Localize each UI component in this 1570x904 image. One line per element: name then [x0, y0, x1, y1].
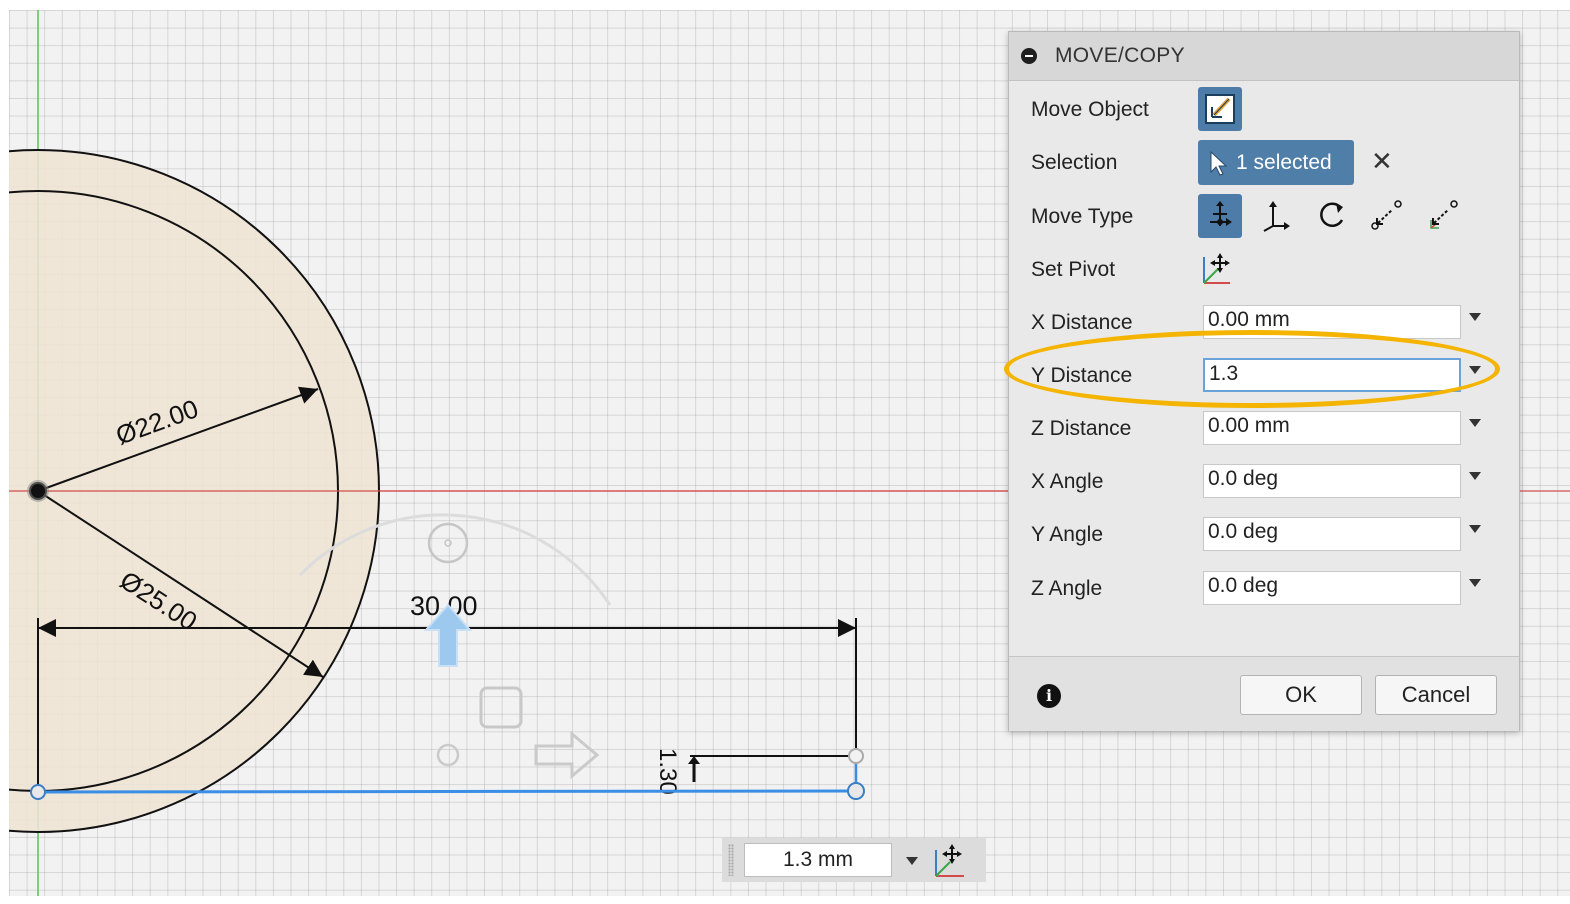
row-move-object: Move Object [1009, 87, 1519, 133]
collapse-icon[interactable] [1021, 48, 1037, 64]
x-angle-label: X Angle [1031, 470, 1104, 493]
rotate-handle-ghost[interactable] [427, 522, 469, 564]
dim-offset-text[interactable]: 1.30 [654, 748, 681, 795]
move-copy-dialog: MOVE/COPY Move Object Selection 1 select… [1008, 31, 1520, 731]
y-distance-label: Y Distance [1031, 364, 1133, 387]
endpoint-offset[interactable] [848, 748, 864, 764]
y-angle-dropdown-icon[interactable] [1469, 525, 1481, 533]
selected-line[interactable] [37, 789, 857, 794]
drag-grip-icon[interactable] [728, 844, 734, 876]
move-type-point-to-position[interactable] [1420, 194, 1464, 238]
plane-move-handle[interactable] [479, 686, 523, 729]
info-icon[interactable]: i [1037, 684, 1061, 708]
rotate-handle-dot [444, 539, 452, 547]
row-y-angle: Y Angle 0.0 deg [1009, 512, 1519, 558]
x-distance-dropdown-icon[interactable] [1469, 313, 1481, 321]
z-distance-label: Z Distance [1031, 417, 1132, 440]
floating-value-input[interactable]: 1.3 mm [744, 843, 892, 877]
x-distance-label: X Distance [1031, 311, 1133, 334]
row-y-distance: Y Distance 1.3 [1009, 353, 1519, 399]
row-move-type: Move Type [1009, 194, 1519, 240]
point-to-point-icon [1371, 200, 1402, 230]
selection-label: Selection [1031, 151, 1118, 174]
row-z-angle: Z Angle 0.0 deg [1009, 566, 1519, 612]
y-distance-input[interactable]: 1.3 [1203, 358, 1461, 392]
move-type-rotate[interactable] [1309, 194, 1353, 238]
floating-dropdown-icon[interactable] [906, 857, 918, 865]
edit-body-icon [1205, 94, 1235, 124]
selection-button[interactable]: 1 selected [1198, 140, 1354, 185]
z-angle-input[interactable]: 0.0 deg [1203, 571, 1461, 605]
free-move-icon [1210, 201, 1232, 226]
dialog-title: MOVE/COPY [1055, 44, 1185, 67]
point-handle[interactable] [436, 743, 460, 767]
y-angle-label: Y Angle [1031, 523, 1104, 546]
move-type-point-to-point[interactable] [1364, 194, 1408, 238]
move-type-free-move[interactable] [1198, 194, 1242, 238]
row-selection: Selection 1 selected ✕ [1009, 140, 1519, 186]
y-distance-dropdown-icon[interactable] [1469, 366, 1481, 374]
move-type-translate[interactable] [1253, 194, 1297, 238]
move-type-label: Move Type [1031, 205, 1134, 228]
x-move-arrow[interactable] [534, 730, 600, 780]
z-distance-input[interactable]: 0.00 mm [1203, 411, 1461, 445]
endpoint-left[interactable] [30, 784, 46, 800]
z-angle-dropdown-icon[interactable] [1469, 579, 1481, 587]
move-object-button[interactable] [1198, 87, 1242, 131]
row-set-pivot: Set Pivot [1009, 247, 1519, 293]
cancel-button[interactable]: Cancel [1375, 675, 1497, 715]
x-angle-dropdown-icon[interactable] [1469, 472, 1481, 480]
dialog-titlebar[interactable]: MOVE/COPY [1009, 32, 1519, 81]
origin-point[interactable] [27, 480, 49, 502]
set-pivot-label: Set Pivot [1031, 258, 1116, 281]
cursor-arrow-icon [1210, 150, 1228, 176]
y-angle-input[interactable]: 0.0 deg [1203, 517, 1461, 551]
ok-button[interactable]: OK [1240, 675, 1362, 715]
endpoint-right[interactable] [847, 782, 865, 800]
x-distance-input[interactable]: 0.00 mm [1203, 305, 1461, 339]
clear-selection-icon[interactable]: ✕ [1371, 146, 1393, 177]
point-to-position-icon [1430, 200, 1458, 229]
dialog-footer: i OK Cancel [1009, 656, 1519, 731]
x-angle-input[interactable]: 0.0 deg [1203, 464, 1461, 498]
floating-pivot-icon[interactable] [928, 840, 968, 880]
row-z-distance: Z Distance 0.00 mm [1009, 406, 1519, 452]
selection-value: 1 selected [1236, 150, 1332, 174]
dim-offset-arrowhead [688, 756, 700, 764]
z-distance-dropdown-icon[interactable] [1469, 419, 1481, 427]
translate-xyz-icon [1263, 201, 1290, 232]
rotate-icon [1320, 202, 1344, 227]
set-pivot-button[interactable] [1198, 247, 1242, 291]
move-object-label: Move Object [1031, 98, 1149, 121]
pivot-axes-icon [1203, 253, 1230, 284]
z-angle-label: Z Angle [1031, 577, 1103, 600]
row-x-distance: X Distance 0.00 mm [1009, 300, 1519, 346]
floating-distance-input: 1.3 mm [722, 838, 986, 882]
row-x-angle: X Angle 0.0 deg [1009, 459, 1519, 505]
